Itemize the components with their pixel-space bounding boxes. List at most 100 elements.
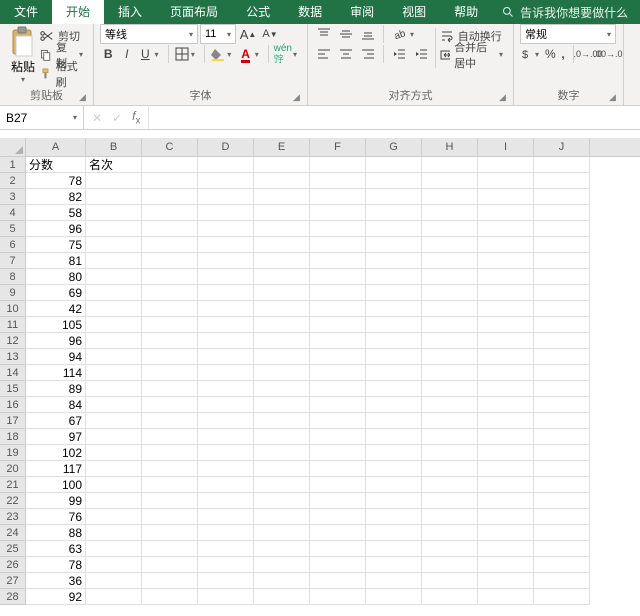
cell[interactable] bbox=[534, 333, 590, 349]
cell[interactable] bbox=[310, 477, 366, 493]
cell[interactable] bbox=[142, 157, 198, 173]
tab-help[interactable]: 帮助 bbox=[440, 0, 492, 24]
font-launcher[interactable]: ◢ bbox=[293, 92, 303, 102]
cell[interactable] bbox=[422, 221, 478, 237]
row-header[interactable]: 24 bbox=[0, 525, 26, 541]
cell[interactable] bbox=[478, 349, 534, 365]
cell[interactable] bbox=[478, 573, 534, 589]
cell[interactable] bbox=[86, 413, 142, 429]
cell[interactable] bbox=[534, 573, 590, 589]
cell[interactable] bbox=[142, 573, 198, 589]
cell[interactable] bbox=[478, 333, 534, 349]
merge-center-button[interactable]: 合并后居中▾ bbox=[440, 45, 507, 64]
tab-formulas[interactable]: 公式 bbox=[232, 0, 284, 24]
cell[interactable] bbox=[142, 381, 198, 397]
align-right-button[interactable] bbox=[358, 44, 378, 64]
cell[interactable] bbox=[142, 285, 198, 301]
tab-data[interactable]: 数据 bbox=[284, 0, 336, 24]
cell[interactable] bbox=[534, 429, 590, 445]
cell[interactable] bbox=[86, 573, 142, 589]
cell[interactable] bbox=[198, 461, 254, 477]
cell[interactable] bbox=[478, 253, 534, 269]
increase-indent-button[interactable] bbox=[411, 44, 431, 64]
cell[interactable] bbox=[366, 285, 422, 301]
cell[interactable] bbox=[198, 589, 254, 605]
cell[interactable] bbox=[198, 157, 254, 173]
col-header-I[interactable]: I bbox=[478, 138, 534, 156]
number-launcher[interactable]: ◢ bbox=[609, 92, 619, 102]
cell[interactable] bbox=[198, 317, 254, 333]
cell[interactable] bbox=[478, 221, 534, 237]
cell[interactable] bbox=[142, 397, 198, 413]
cell[interactable] bbox=[310, 365, 366, 381]
cell[interactable] bbox=[310, 349, 366, 365]
row-header[interactable]: 16 bbox=[0, 397, 26, 413]
cell[interactable]: 63 bbox=[26, 541, 86, 557]
cell[interactable] bbox=[366, 557, 422, 573]
cell[interactable] bbox=[198, 477, 254, 493]
cell[interactable] bbox=[478, 269, 534, 285]
cell[interactable]: 58 bbox=[26, 205, 86, 221]
row-header[interactable]: 17 bbox=[0, 413, 26, 429]
cell[interactable] bbox=[478, 413, 534, 429]
cell[interactable] bbox=[478, 285, 534, 301]
paste-button[interactable]: 粘贴 ▾ bbox=[6, 26, 40, 84]
cell[interactable] bbox=[534, 237, 590, 253]
cell[interactable] bbox=[142, 189, 198, 205]
cell[interactable] bbox=[366, 477, 422, 493]
cell[interactable] bbox=[310, 333, 366, 349]
cell[interactable] bbox=[254, 157, 310, 173]
cell[interactable] bbox=[254, 413, 310, 429]
cell[interactable] bbox=[366, 221, 422, 237]
cell[interactable] bbox=[254, 557, 310, 573]
cell[interactable]: 36 bbox=[26, 573, 86, 589]
cell[interactable] bbox=[534, 557, 590, 573]
cell[interactable]: 102 bbox=[26, 445, 86, 461]
cell[interactable] bbox=[254, 525, 310, 541]
cell[interactable] bbox=[478, 477, 534, 493]
cell[interactable] bbox=[254, 221, 310, 237]
cell[interactable] bbox=[422, 573, 478, 589]
cell[interactable] bbox=[422, 157, 478, 173]
cell[interactable] bbox=[198, 285, 254, 301]
cell[interactable] bbox=[422, 173, 478, 189]
font-color-button[interactable]: A bbox=[237, 44, 254, 64]
cell[interactable] bbox=[534, 221, 590, 237]
cell[interactable] bbox=[310, 189, 366, 205]
tab-home[interactable]: 开始 bbox=[52, 0, 104, 24]
cell[interactable] bbox=[366, 157, 422, 173]
cell[interactable] bbox=[534, 477, 590, 493]
accounting-format-button[interactable]: $ bbox=[520, 44, 534, 64]
cell[interactable] bbox=[86, 477, 142, 493]
tab-view[interactable]: 视图 bbox=[388, 0, 440, 24]
fill-color-button[interactable] bbox=[210, 44, 227, 64]
cell[interactable] bbox=[478, 301, 534, 317]
cell[interactable] bbox=[366, 493, 422, 509]
col-header-A[interactable]: A bbox=[26, 138, 86, 156]
cell[interactable] bbox=[534, 285, 590, 301]
align-middle-button[interactable] bbox=[336, 24, 356, 44]
cell[interactable] bbox=[254, 429, 310, 445]
cell[interactable] bbox=[142, 525, 198, 541]
cell[interactable] bbox=[142, 493, 198, 509]
cell[interactable] bbox=[86, 205, 142, 221]
cell[interactable] bbox=[478, 397, 534, 413]
cell[interactable] bbox=[422, 349, 478, 365]
cell[interactable] bbox=[366, 589, 422, 605]
cell[interactable] bbox=[86, 557, 142, 573]
cell[interactable] bbox=[310, 173, 366, 189]
cell[interactable] bbox=[534, 445, 590, 461]
alignment-launcher[interactable]: ◢ bbox=[499, 92, 509, 102]
cell[interactable] bbox=[310, 573, 366, 589]
cell[interactable] bbox=[86, 237, 142, 253]
cell[interactable] bbox=[198, 205, 254, 221]
orientation-button[interactable]: ab bbox=[389, 24, 409, 44]
cell[interactable] bbox=[86, 317, 142, 333]
cell[interactable] bbox=[142, 477, 198, 493]
row-header[interactable]: 8 bbox=[0, 269, 26, 285]
cell[interactable]: 88 bbox=[26, 525, 86, 541]
cell[interactable] bbox=[198, 525, 254, 541]
cell[interactable] bbox=[310, 461, 366, 477]
cell[interactable] bbox=[142, 413, 198, 429]
cell[interactable] bbox=[534, 253, 590, 269]
